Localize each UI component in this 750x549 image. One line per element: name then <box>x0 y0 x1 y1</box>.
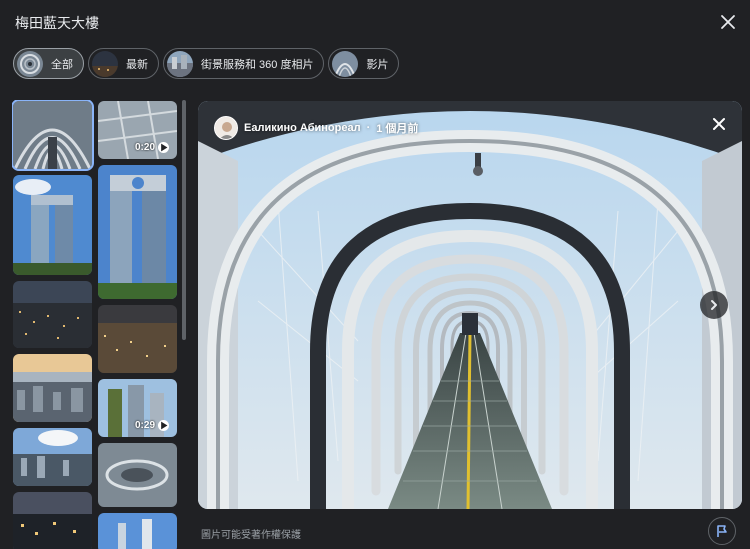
close-icon <box>721 15 735 29</box>
chip-thumbnail <box>332 50 359 77</box>
thumbnail-cityscape-clouds[interactable] <box>13 428 92 486</box>
photo-time: 1 個月前 <box>376 123 419 135</box>
filter-chip-label: 最新 <box>126 58 148 71</box>
filter-chip-label: 全部 <box>51 58 73 71</box>
close-button[interactable] <box>716 10 740 34</box>
chevron-right-icon <box>711 300 717 310</box>
thumbnail-night-aerial[interactable] <box>98 305 177 373</box>
viewer-close-button[interactable] <box>708 113 730 135</box>
filter-chip-label: 街景服務和 360 度相片 <box>201 58 314 71</box>
filter-chip-video[interactable]: 影片 <box>328 48 400 79</box>
thumbnail-video-aerial[interactable]: 0:20 <box>98 101 177 159</box>
filter-chips: 全部 最新 街景服務和 360 度相片 影片 <box>13 48 400 79</box>
play-icon <box>158 420 169 431</box>
photo-author[interactable]: Еаликино Абинореал · 1 個月前 <box>214 116 418 140</box>
report-photo-button[interactable] <box>708 517 736 545</box>
next-photo-button[interactable] <box>700 291 728 319</box>
filter-chip-street-view-360[interactable]: 街景服務和 360 度相片 <box>163 48 325 79</box>
thumbnail-video-towers[interactable]: 0:29 <box>98 379 177 437</box>
thumbnail-building-day[interactable] <box>13 175 92 275</box>
thumbnail-scrollbar[interactable] <box>182 100 186 340</box>
escalator-tunnel-photo <box>198 101 742 509</box>
chip-thumbnail <box>167 50 193 77</box>
thumbnail-city-dusk[interactable] <box>13 281 92 348</box>
thumbnail-night-city[interactable] <box>13 492 92 549</box>
thumbnail-building-sky[interactable] <box>98 513 177 549</box>
photo-viewer[interactable]: Еаликино Абинореал · 1 個月前 <box>198 101 742 509</box>
thumbnail-river-view[interactable] <box>13 354 92 422</box>
play-icon <box>158 142 169 153</box>
thumbnail-building-twin-towers[interactable] <box>98 165 177 299</box>
video-duration: 0:20 <box>135 142 169 153</box>
thumbnail-escalator-tunnel[interactable] <box>12 100 94 171</box>
thumbnail-rooftop-observatory[interactable] <box>98 443 177 507</box>
video-duration: 0:29 <box>135 420 169 431</box>
chip-thumbnail <box>92 50 118 77</box>
filter-chip-all[interactable]: 全部 <box>13 48 84 79</box>
filter-chip-latest[interactable]: 最新 <box>88 48 159 79</box>
author-name[interactable]: Еаликино Абинореал <box>244 122 361 134</box>
flag-icon <box>717 525 727 537</box>
photo-thumbnail-grid: 0:20 0:29 <box>12 100 182 549</box>
video-duration-text: 0:29 <box>134 420 155 431</box>
header-title: 梅田藍天大樓 <box>15 15 99 31</box>
author-avatar[interactable] <box>214 116 238 140</box>
close-icon <box>713 118 725 130</box>
author-separator: · <box>366 122 371 134</box>
filter-chip-label: 影片 <box>366 58 389 71</box>
video-duration-text: 0:20 <box>134 142 155 153</box>
chip-thumbnail <box>17 50 43 77</box>
copyright-notice: 圖片可能受著作權保護 <box>201 530 301 541</box>
